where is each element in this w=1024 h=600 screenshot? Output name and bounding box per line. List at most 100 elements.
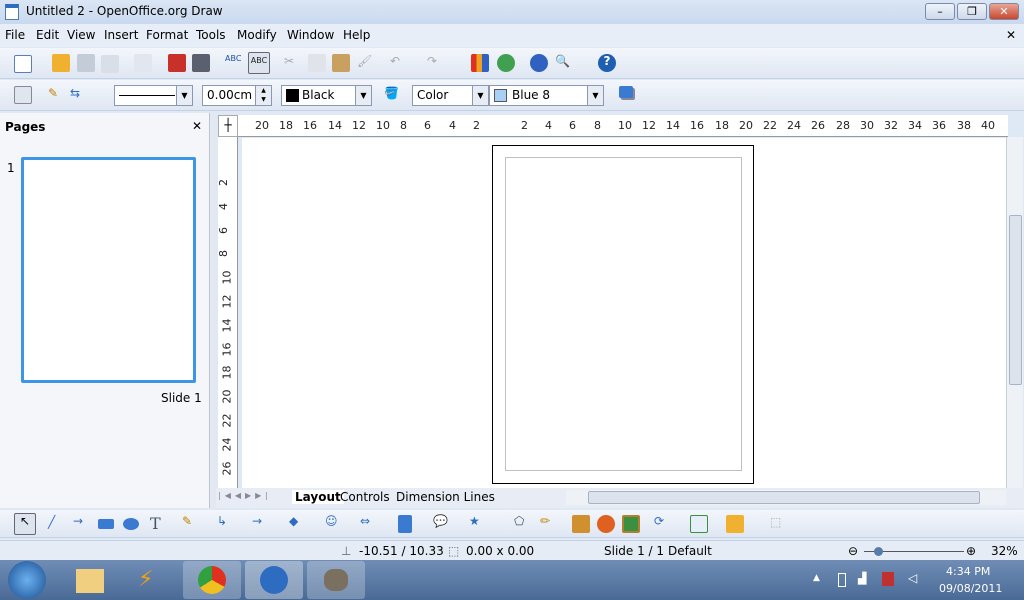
extrusion-icon[interactable]: ⬚ (770, 515, 788, 533)
volume-icon[interactable]: ◁ (908, 571, 917, 585)
taskbar-openoffice[interactable] (245, 561, 303, 599)
email-icon[interactable] (101, 55, 119, 73)
rotate-icon[interactable]: ⟳ (654, 514, 672, 532)
drawing-canvas[interactable] (242, 138, 1006, 488)
battery-icon[interactable] (838, 573, 846, 587)
menu-edit[interactable]: Edit (36, 28, 59, 42)
line-style-select[interactable]: ▼ (114, 85, 193, 106)
paste-icon[interactable] (332, 54, 350, 72)
line-width-input[interactable]: 0.00cm ▲ ▼ (202, 85, 272, 106)
gallery-icon[interactable] (497, 54, 515, 72)
points-icon[interactable]: ⬠ (514, 514, 532, 532)
line-icon[interactable]: ✎ (48, 86, 66, 104)
horizontal-scroll-thumb[interactable] (588, 491, 980, 504)
area-icon[interactable]: 🪣 (384, 86, 402, 104)
tab-controls[interactable]: Controls (340, 490, 390, 504)
stars-icon[interactable]: ★ (469, 514, 487, 532)
export-pdf-icon[interactable] (168, 54, 186, 72)
clock-date[interactable]: 09/08/2011 (939, 582, 1002, 595)
navigator-icon[interactable] (530, 54, 548, 72)
chart-icon[interactable] (471, 54, 489, 72)
styles-icon[interactable] (14, 86, 32, 104)
print-icon[interactable] (192, 54, 210, 72)
autospellcheck-icon[interactable]: ABC (248, 52, 270, 74)
zoom-icon[interactable]: 🔍 (555, 54, 573, 72)
edit-file-icon[interactable] (134, 54, 152, 72)
start-button[interactable] (8, 561, 46, 599)
layer-tabs-bar: |◀◀▶▶| Layout Controls Dimension Lines (216, 488, 1024, 508)
alignment-icon[interactable] (690, 515, 708, 533)
taskbar-winamp[interactable]: ⚡ (120, 561, 178, 599)
area-fill-select[interactable]: Blue 8 ▼ (489, 85, 604, 106)
menu-view[interactable]: View (67, 28, 95, 42)
symbol-shapes-icon[interactable]: ☺ (325, 514, 343, 532)
slide-thumbnail[interactable] (21, 157, 196, 383)
page-margin-outline (505, 157, 742, 471)
format-paintbrush-icon[interactable]: 🖌 (357, 54, 375, 72)
flowchart-icon[interactable] (398, 515, 412, 533)
undo-icon[interactable]: ↶ (390, 54, 408, 72)
glue-points-icon[interactable]: ✏ (540, 514, 558, 532)
horizontal-scrollbar[interactable] (566, 490, 1006, 505)
arrow-shapes-icon[interactable]: → (252, 514, 270, 532)
close-pages-pane-icon[interactable]: ✕ (192, 119, 202, 133)
menu-window[interactable]: Window (287, 28, 334, 42)
copy-icon[interactable] (308, 54, 326, 72)
close-button[interactable]: ✕ (989, 3, 1019, 20)
basic-shapes-icon[interactable]: ◆ (289, 514, 307, 532)
area-style-select[interactable]: Color ▼ (412, 85, 489, 106)
line-color-select[interactable]: Black ▼ (281, 85, 372, 106)
close-document-icon[interactable]: ✕ (1006, 28, 1016, 42)
taskbar-chrome[interactable] (183, 561, 241, 599)
menu-help[interactable]: Help (343, 28, 370, 42)
from-file-icon[interactable] (597, 515, 615, 533)
tab-dimension-lines[interactable]: Dimension Lines (396, 490, 495, 504)
new-document-icon[interactable] (14, 55, 32, 73)
fontwork-icon[interactable] (572, 515, 590, 533)
menu-tools[interactable]: Tools (196, 28, 226, 42)
network-icon[interactable]: ▟ (858, 572, 866, 585)
menu-file[interactable]: File (5, 28, 25, 42)
spellcheck-icon[interactable]: ABC (225, 54, 243, 72)
zoom-slider-thumb[interactable] (874, 547, 883, 556)
zoom-slider[interactable] (864, 547, 964, 556)
block-arrows-icon[interactable]: ⇔ (360, 514, 378, 532)
arrow-line-tool-icon[interactable]: → (73, 514, 91, 532)
ellipse-tool-icon[interactable] (123, 518, 139, 530)
zoom-level[interactable]: 32% (991, 544, 1018, 558)
cut-icon[interactable]: ✂ (284, 54, 302, 72)
rectangle-tool-icon[interactable] (98, 519, 114, 529)
select-tool-icon[interactable]: ↖ (14, 513, 36, 535)
help-icon[interactable]: ? (598, 54, 616, 72)
menu-insert[interactable]: Insert (104, 28, 138, 42)
minimize-button[interactable]: – (925, 3, 955, 20)
action-center-icon[interactable] (882, 572, 894, 586)
gallery-image-icon[interactable] (622, 515, 640, 533)
area-style-value: Color (417, 88, 449, 102)
redo-icon[interactable]: ↷ (427, 54, 445, 72)
menu-format[interactable]: Format (146, 28, 188, 42)
vertical-scrollbar[interactable] (1006, 137, 1023, 488)
pane-splitter[interactable] (210, 113, 216, 508)
taskbar-gimp[interactable] (307, 561, 365, 599)
menu-modify[interactable]: Modify (237, 28, 277, 42)
clock-time[interactable]: 4:34 PM (946, 565, 990, 578)
callouts-icon[interactable]: 💬 (433, 514, 451, 532)
arrange-icon[interactable] (726, 515, 744, 533)
shadow-icon[interactable] (619, 86, 633, 98)
tab-layout[interactable]: Layout (292, 490, 344, 504)
line-tool-icon[interactable]: ╱ (48, 515, 66, 533)
vertical-scroll-thumb[interactable] (1009, 215, 1022, 385)
open-icon[interactable] (52, 54, 70, 72)
save-icon[interactable] (77, 54, 95, 72)
taskbar-explorer[interactable] (60, 561, 118, 599)
arrow-style-icon[interactable]: ⇆ (70, 86, 88, 104)
tab-nav-buttons[interactable]: |◀◀▶▶| (218, 491, 284, 504)
connector-tool-icon[interactable]: ↳ (217, 514, 235, 532)
show-hidden-icons[interactable]: ▲ (813, 573, 820, 583)
zoom-in-button[interactable]: ⊕ (966, 544, 976, 558)
zoom-out-button[interactable]: ⊖ (848, 544, 858, 558)
curve-tool-icon[interactable]: ✎ (182, 514, 200, 532)
text-tool-icon[interactable]: T (150, 514, 168, 533)
maximize-button[interactable]: ❐ (957, 3, 987, 20)
